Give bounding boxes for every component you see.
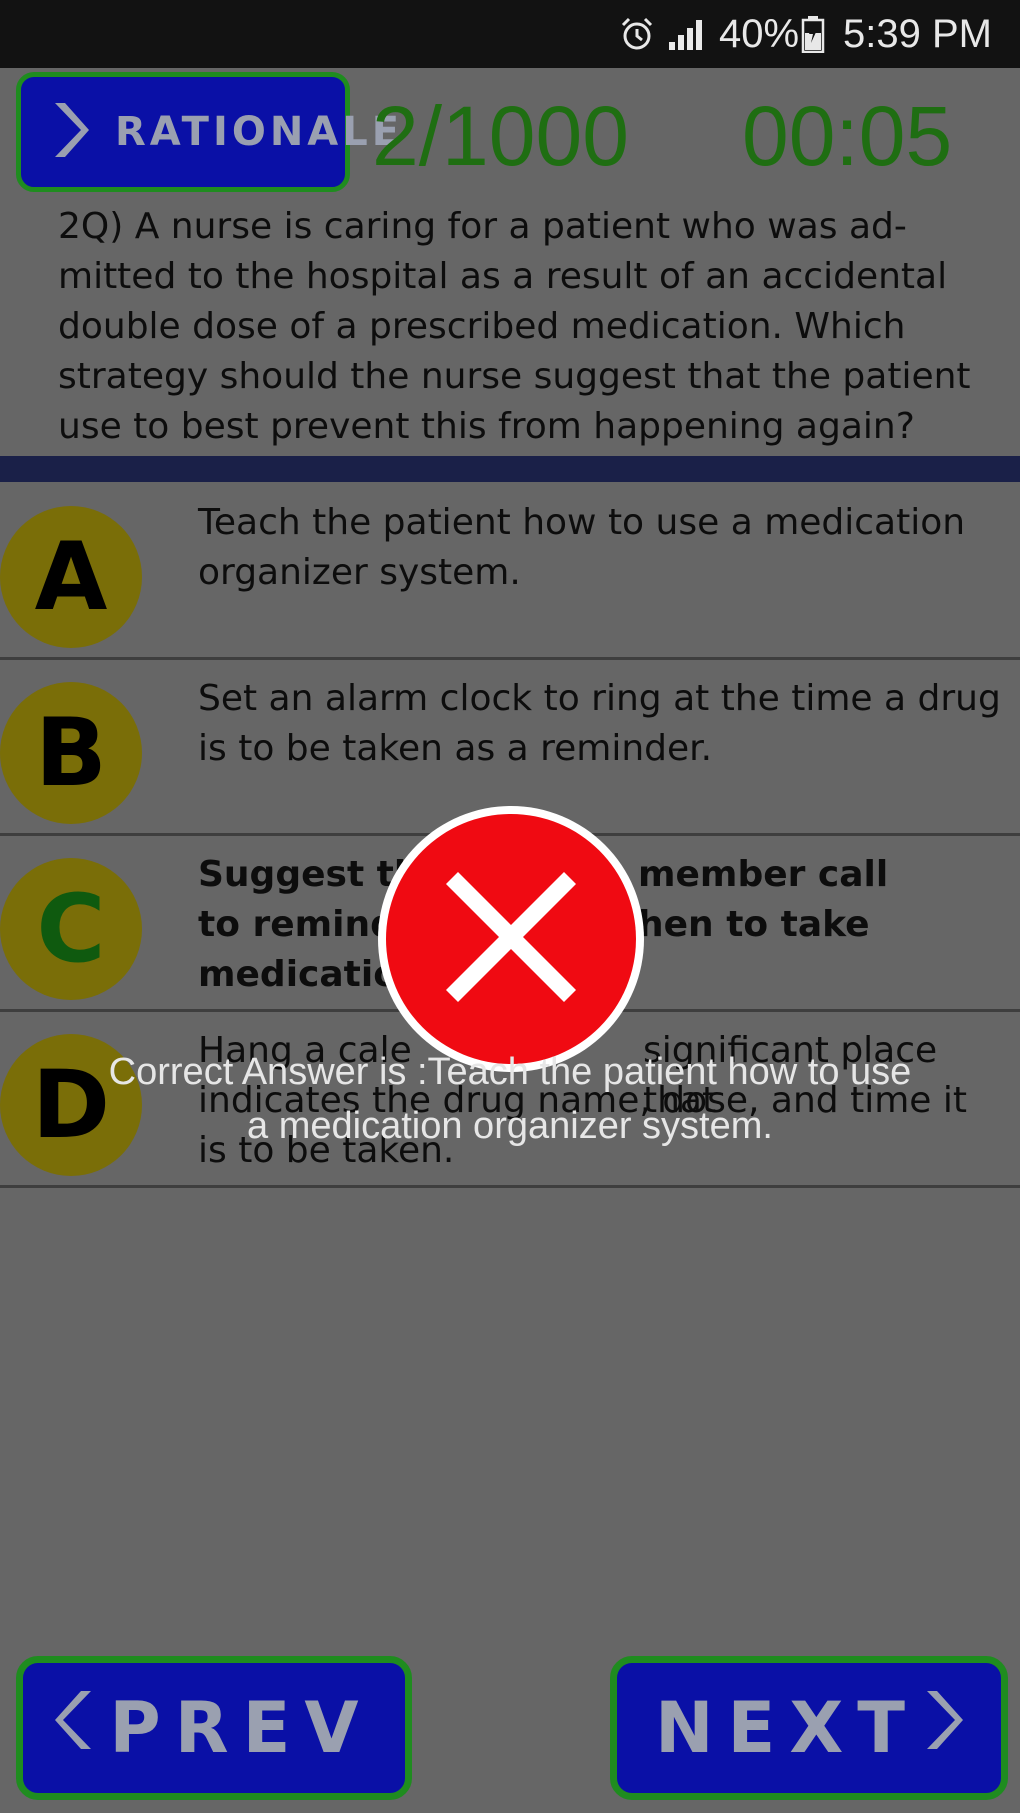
next-label: NEXT [654, 1687, 920, 1769]
toast-line: Correct Answer is :Teach the patient how… [108, 1051, 912, 1093]
option-b-text: Set an alarm clock to ring at the time a… [198, 674, 1013, 774]
battery-charging-icon [801, 15, 825, 53]
chevron-left-icon [55, 1687, 95, 1770]
question-line: 2Q) A nurse is caring for a patient who … [58, 206, 907, 247]
prev-label: PREV [109, 1687, 373, 1769]
prev-button[interactable]: PREV [16, 1656, 412, 1800]
option-line: is to be taken as a reminder. [198, 728, 713, 769]
question-line: use to best prevent this from happening … [58, 406, 915, 447]
wrong-answer-indicator [378, 806, 644, 1072]
signal-icon [667, 16, 707, 52]
option-line: Set an alarm clock to ring at the time a… [198, 678, 1001, 719]
timer: 00:05 [742, 89, 953, 183]
question-counter: 2/1000 [372, 89, 629, 183]
option-line: Teach the patient how to use a medicatio… [198, 502, 966, 543]
wrong-x-icon [436, 862, 586, 1016]
option-c-badge: C [0, 858, 142, 1000]
next-button[interactable]: NEXT [610, 1656, 1008, 1800]
divider [0, 456, 1020, 482]
option-b-badge: B [0, 682, 142, 824]
toast-line: a medication organizer system. [247, 1105, 773, 1147]
battery-percent: 40% [718, 11, 800, 56]
option-a-text: Teach the patient how to use a medicatio… [198, 498, 1013, 598]
chevron-right-icon [51, 99, 89, 165]
question-text: 2Q) A nurse is caring for a patient who … [58, 202, 998, 452]
alarm-icon [619, 16, 655, 52]
clock-time: 5:39 PM [843, 11, 992, 56]
option-a-badge: A [0, 506, 142, 648]
option-line: to remind [198, 904, 396, 945]
option-a[interactable]: A Teach the patient how to use a medicat… [0, 486, 1020, 660]
correct-answer-toast: Correct Answer is :Teach the patient how… [40, 1045, 980, 1153]
option-line-right: hen to take [638, 904, 870, 945]
rationale-label: RATIONALE [115, 109, 404, 155]
question-line: double dose of a prescribed medication. … [58, 306, 906, 347]
option-line: Suggest th [198, 854, 420, 895]
chevron-right-icon [923, 1687, 964, 1770]
rationale-button[interactable]: RATIONALE [16, 72, 399, 192]
question-line: strategy should the nurse suggest that t… [58, 356, 971, 397]
status-bar: 40% 5:39 PM [0, 0, 1020, 68]
question-line: mitted to the hospital as a result of an… [58, 256, 948, 297]
option-line-right: member call [638, 854, 889, 895]
option-line: organizer system. [198, 552, 521, 593]
